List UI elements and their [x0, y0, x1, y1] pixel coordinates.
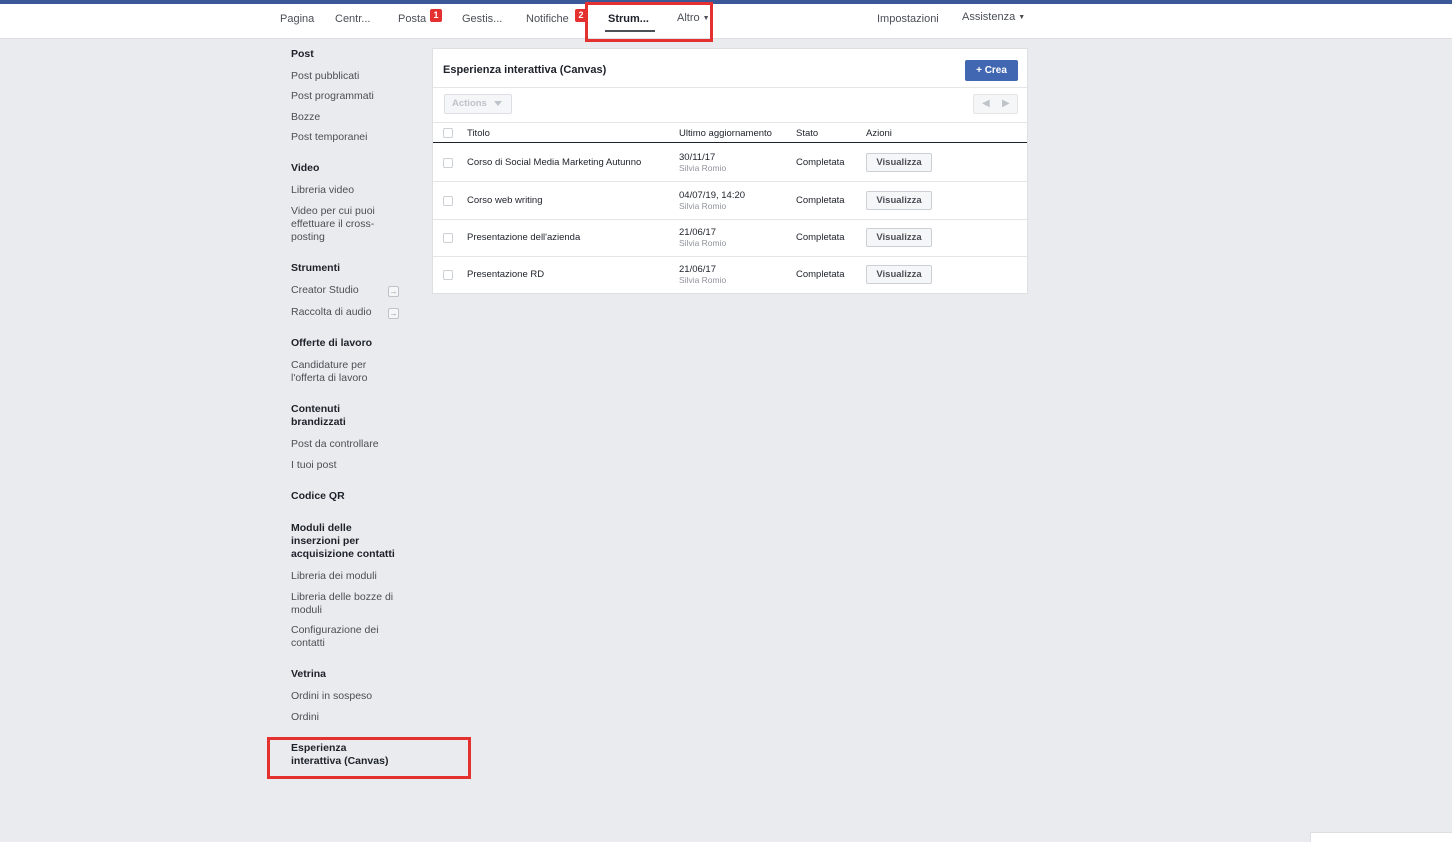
highlight-box-strumenti — [585, 2, 713, 42]
nav-tab-pagina[interactable]: Pagina — [280, 13, 314, 25]
row-author: Silvia Romio — [679, 163, 727, 173]
sidebar-heading-contenuti: Contenuti brandizzati — [291, 403, 416, 429]
row-date: 21/06/17 — [679, 264, 716, 275]
crea-label: Crea — [984, 65, 1007, 76]
row-date: 21/06/17 — [679, 227, 716, 238]
sidebar-item-tuoi-post[interactable]: I tuoi post — [291, 459, 416, 472]
candidature-line-1: Candidature per — [291, 359, 367, 371]
row-checkbox[interactable] — [443, 158, 453, 168]
nav-tab-gestisci[interactable]: Gestis... — [462, 13, 502, 25]
row-checkbox[interactable] — [443, 270, 453, 280]
chevron-right-icon[interactable]: ▶ — [1002, 98, 1010, 109]
caret-down-icon: ▼ — [1018, 14, 1026, 21]
row-status: Completata — [796, 195, 845, 206]
contenuti-line-2: brandizzati — [291, 416, 346, 428]
nav-tab-centro[interactable]: Centr... — [335, 13, 370, 25]
moduli-line-2: inserzioni per — [291, 535, 360, 547]
posta-notification-badge: 1 — [430, 9, 442, 22]
table-header: Titolo Ultimo aggiornamento Stato Azioni — [433, 122, 1027, 143]
column-header-aggiornamento[interactable]: Ultimo aggiornamento — [679, 128, 772, 139]
actions-label: Actions — [452, 98, 487, 109]
row-author: Silvia Romio — [679, 238, 727, 248]
caret-down-icon — [494, 101, 502, 106]
row-date: 30/11/17 — [679, 152, 716, 163]
pagination: ◀ ▶ — [973, 94, 1018, 114]
sidebar-item-candidature[interactable]: Candidature per l'offerta di lavoro — [291, 359, 416, 385]
sidebar-item-post-temporanei[interactable]: Post temporanei — [291, 131, 416, 144]
sidebar-item-libreria-moduli[interactable]: Libreria dei moduli — [291, 570, 416, 583]
sidebar-item-bozze[interactable]: Bozze — [291, 111, 416, 124]
sidebar-item-post-controllare[interactable]: Post da controllare — [291, 438, 416, 451]
sidebar-heading-vetrina: Vetrina — [291, 668, 327, 680]
sidebar-item-libreria-video[interactable]: Libreria video — [291, 184, 416, 197]
row-title[interactable]: Presentazione RD — [467, 269, 544, 280]
row-checkbox[interactable] — [443, 196, 453, 206]
table-row: Corso di Social Media Marketing Autunno … — [433, 144, 1027, 182]
crea-button[interactable]: + Crea — [965, 60, 1018, 81]
column-header-stato[interactable]: Stato — [796, 128, 818, 139]
row-status: Completata — [796, 157, 845, 168]
crossposting-line-2: effettuare il cross- — [291, 218, 375, 230]
libreria-bozze-line-1: Libreria delle bozze di — [291, 591, 394, 603]
highlight-box-canvas — [267, 737, 471, 779]
nav-impostazioni[interactable]: Impostazioni — [877, 13, 939, 25]
sidebar-item-config-contatti[interactable]: Configurazione dei contatti — [291, 624, 416, 650]
canvas-panel: Esperienza interattiva (Canvas) + Crea A… — [432, 48, 1028, 294]
moduli-line-1: Moduli delle — [291, 522, 352, 534]
panel-divider — [433, 87, 1027, 88]
visualizza-button[interactable]: Visualizza — [866, 228, 932, 247]
sidebar-item-ordini-sospeso[interactable]: Ordini in sospeso — [291, 690, 416, 703]
select-all-checkbox[interactable] — [443, 128, 453, 138]
crossposting-line-1: Video per cui puoi — [291, 205, 375, 217]
sidebar-item-libreria-bozze[interactable]: Libreria delle bozze di moduli — [291, 591, 416, 617]
visualizza-button[interactable]: Visualizza — [866, 191, 932, 210]
nav-assistenza[interactable]: Assistenza ▼ — [962, 11, 1025, 23]
sidebar-heading-moduli: Moduli delle inserzioni per acquisizione… — [291, 522, 416, 561]
moduli-line-3: acquisizione contatti — [291, 548, 395, 560]
row-title[interactable]: Corso web writing — [467, 195, 543, 206]
actions-dropdown[interactable]: Actions — [444, 94, 512, 114]
row-author: Silvia Romio — [679, 275, 727, 285]
config-contatti-line-1: Configurazione dei — [291, 624, 379, 636]
table-row: Corso web writing 04/07/19, 14:20 Silvia… — [433, 182, 1027, 220]
row-status: Completata — [796, 232, 845, 243]
sidebar-heading-post: Post — [291, 48, 314, 60]
row-date: 04/07/19, 14:20 — [679, 190, 746, 201]
sidebar-item-post-programmati[interactable]: Post programmati — [291, 90, 416, 103]
crossposting-line-3: posting — [291, 231, 325, 243]
table-row: Presentazione RD 21/06/17 Silvia Romio C… — [433, 256, 1027, 294]
assistenza-label: Assistenza — [962, 11, 1016, 23]
sidebar-heading-video: Video — [291, 162, 320, 174]
sidebar-heading-offerte: Offerte di lavoro — [291, 337, 373, 349]
row-status: Completata — [796, 269, 845, 280]
nav-tab-notifiche[interactable]: Notifiche — [526, 13, 569, 25]
table-row: Presentazione dell'azienda 21/06/17 Silv… — [433, 219, 1027, 257]
column-header-titolo[interactable]: Titolo — [467, 128, 490, 139]
row-author: Silvia Romio — [679, 201, 727, 211]
visualizza-button[interactable]: Visualizza — [866, 153, 932, 172]
sidebar-item-ordini[interactable]: Ordini — [291, 711, 416, 724]
row-title[interactable]: Corso di Social Media Marketing Autunno — [467, 157, 641, 168]
sidebar-item-post-pubblicati[interactable]: Post pubblicati — [291, 70, 416, 83]
row-title[interactable]: Presentazione dell'azienda — [467, 232, 580, 243]
column-header-azioni: Azioni — [866, 128, 892, 139]
libreria-bozze-line-2: moduli — [291, 604, 322, 616]
candidature-line-2: l'offerta di lavoro — [291, 372, 368, 384]
chevron-left-icon[interactable]: ◀ — [982, 98, 990, 109]
sidebar-item-codice-qr[interactable]: Codice QR — [291, 490, 416, 503]
sidebar-item-video-crossposting[interactable]: Video per cui puoi effettuare il cross- … — [291, 205, 416, 244]
plus-icon: + — [976, 65, 985, 76]
sidebar-heading-strumenti: Strumenti — [291, 262, 341, 274]
panel-title: Esperienza interattiva (Canvas) — [443, 64, 607, 76]
row-checkbox[interactable] — [443, 233, 453, 243]
contenuti-line-1: Contenuti — [291, 403, 340, 415]
external-link-icon: → — [388, 286, 399, 297]
config-contatti-line-2: contatti — [291, 637, 325, 649]
visualizza-button[interactable]: Visualizza — [866, 265, 932, 284]
page-navigation-bar: Pagina Centr... Posta 1 Gestis... Notifi… — [0, 4, 1452, 39]
chat-box-edge — [1310, 832, 1452, 842]
nav-tab-posta[interactable]: Posta — [398, 13, 426, 25]
external-link-icon: → — [388, 308, 399, 319]
